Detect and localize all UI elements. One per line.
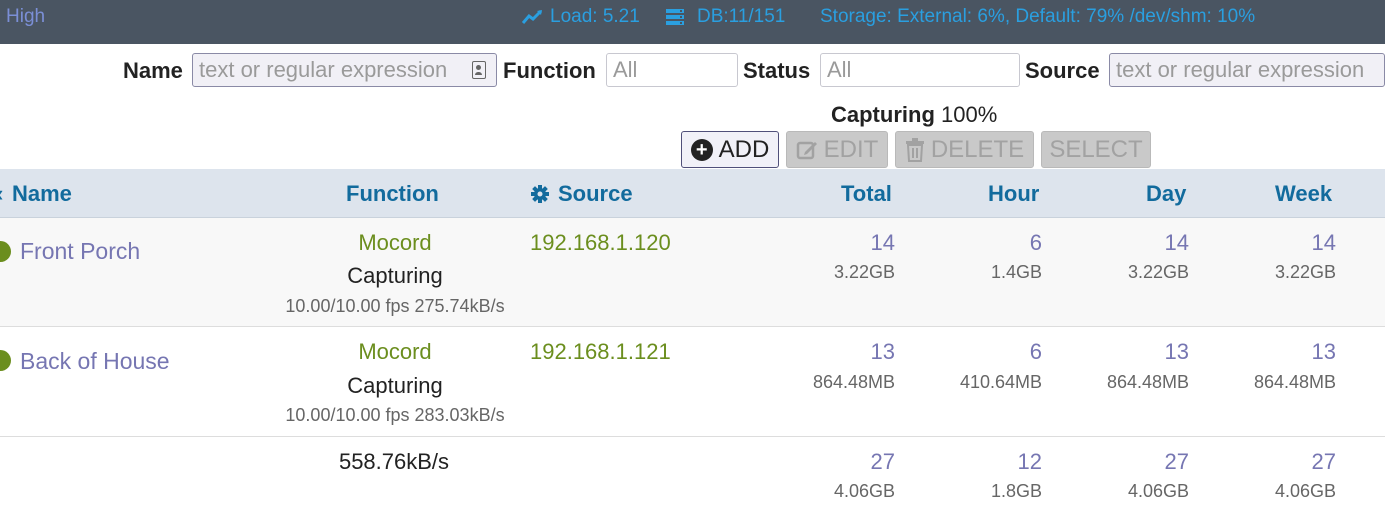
column-header-name[interactable]: Name (12, 181, 72, 207)
monitor-source-link[interactable]: 192.168.1.120 (530, 230, 671, 256)
monitor-source-link[interactable]: 192.168.1.121 (530, 339, 671, 365)
table-row: Back of House Mocord Capturing 10.00/10.… (0, 327, 1385, 437)
column-header-day[interactable]: Day (1146, 181, 1186, 207)
delete-button-label: DELETE (930, 135, 1025, 163)
events-total-size: 3.22GB (833, 262, 895, 282)
monitor-status: Capturing (347, 373, 443, 398)
contact-card-icon (472, 61, 486, 79)
events-week-link[interactable]: 13 (1216, 339, 1336, 365)
events-total-link[interactable]: 14 (775, 230, 895, 256)
events-hour-link[interactable]: 6 (922, 339, 1042, 365)
totals-week-size: 4.06GB (1274, 481, 1336, 501)
add-button[interactable]: + ADD (681, 131, 779, 168)
db-indicator[interactable]: DB:11/151 (665, 6, 785, 28)
events-week-link[interactable]: 14 (1216, 230, 1336, 256)
capturing-value: 100% (941, 102, 998, 127)
column-header-source[interactable]: Source (530, 181, 633, 207)
function-filter-label: Function (503, 58, 596, 83)
delete-button[interactable]: DELETE (895, 131, 1034, 168)
monitor-fps: 10.00/10.00 fps 283.03kB/s (285, 405, 505, 425)
select-button[interactable]: SELECT (1041, 131, 1151, 168)
table-row: Front Porch Mocord Capturing 10.00/10.00… (0, 218, 1385, 327)
column-header-total[interactable]: Total (841, 181, 892, 207)
status-filter-label: Status (743, 58, 811, 83)
events-hour-link[interactable]: 6 (922, 230, 1042, 256)
events-day-link[interactable]: 13 (1069, 339, 1189, 365)
column-header-week[interactable]: Week (1275, 181, 1332, 207)
name-filter-label: Name (123, 58, 183, 83)
edit-icon (796, 141, 817, 159)
load-indicator[interactable]: Load: 5.21 (522, 6, 640, 28)
monitor-fps: 10.00/10.00 fps 275.74kB/s (285, 296, 505, 316)
totals-row: 558.76kB/s 27 4.06GB 12 1.8GB 27 4.06GB … (0, 437, 1385, 515)
top-status-bar: High Load: 5.21 DB:11/151 Storage: Exter… (0, 0, 1385, 44)
events-week-size: 3.22GB (1274, 262, 1336, 282)
events-total-size: 864.48MB (812, 372, 895, 392)
totals-total-size: 4.06GB (833, 481, 895, 501)
monitor-function-link[interactable]: Mocord (295, 339, 495, 365)
monitor-name-link[interactable]: Front Porch (20, 238, 140, 265)
trash-icon (905, 137, 924, 162)
source-filter-label: Source (1025, 58, 1100, 83)
select-button-label: SELECT (1049, 135, 1143, 163)
totals-week-link[interactable]: 27 (1216, 449, 1336, 475)
totals-day-link[interactable]: 27 (1069, 449, 1189, 475)
column-header-source-label: Source (558, 181, 633, 206)
events-total-link[interactable]: 13 (775, 339, 895, 365)
monitor-name-link[interactable]: Back of House (20, 348, 170, 375)
name-filter-input[interactable] (192, 53, 497, 87)
add-button-label: ADD (718, 135, 770, 163)
events-hour-size: 410.64MB (959, 372, 1042, 392)
edit-button-label: EDIT (823, 135, 879, 163)
monitor-status: Capturing (347, 263, 443, 288)
totals-total-link[interactable]: 27 (775, 449, 895, 475)
events-day-link[interactable]: 14 (1069, 230, 1189, 256)
events-day-size: 3.22GB (1127, 262, 1189, 282)
capturing-summary: Capturing 100% (831, 102, 997, 128)
status-filter-select[interactable] (820, 53, 1020, 87)
monitor-function-link[interactable]: Mocord (295, 230, 495, 256)
sort-arrow-icon: ‹ (0, 181, 3, 207)
storage-indicator[interactable]: Storage: External: 6%, Default: 79% /dev… (820, 6, 1255, 28)
monitor-table-header: ‹ Name Function Source Total Hour Day We… (0, 169, 1385, 218)
total-bandwidth: 558.76kB/s (338, 449, 450, 474)
gear-icon (531, 185, 549, 203)
status-dot-icon (0, 350, 11, 371)
totals-hour-size: 1.8GB (990, 481, 1042, 501)
events-day-size: 864.48MB (1106, 372, 1189, 392)
function-filter-select[interactable] (606, 53, 738, 87)
totals-day-size: 4.06GB (1127, 481, 1189, 501)
line-chart-icon (522, 9, 543, 24)
status-dot-icon (0, 241, 11, 262)
column-header-function[interactable]: Function (346, 181, 439, 207)
events-week-size: 864.48MB (1253, 372, 1336, 392)
totals-hour-link[interactable]: 12 (922, 449, 1042, 475)
db-text: DB:11/151 (697, 6, 786, 27)
events-hour-size: 1.4GB (990, 262, 1042, 282)
capturing-label: Capturing (831, 102, 935, 127)
source-filter-input[interactable] (1109, 53, 1385, 87)
database-icon (666, 9, 684, 25)
plus-circle-icon: + (690, 138, 713, 161)
system-level: High (6, 6, 46, 27)
load-text: Load: 5.21 (550, 6, 640, 27)
edit-button[interactable]: EDIT (786, 131, 888, 168)
column-header-hour[interactable]: Hour (988, 181, 1039, 207)
